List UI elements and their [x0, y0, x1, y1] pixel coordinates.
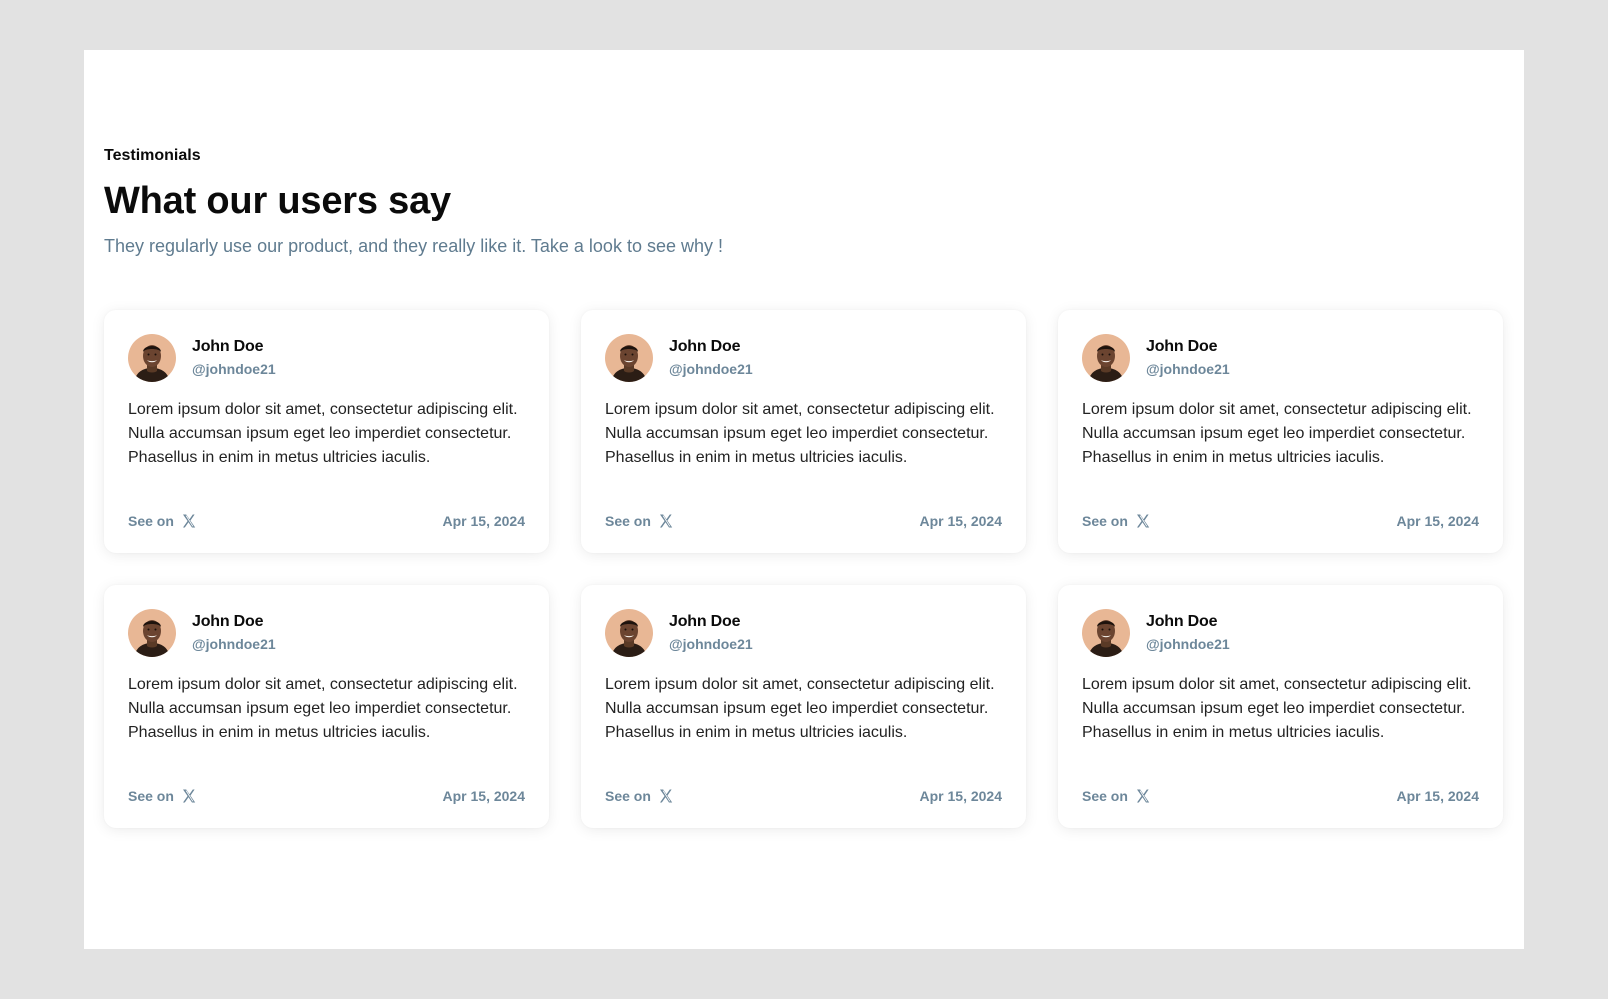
post-date: Apr 15, 2024 [1396, 788, 1480, 804]
avatar [605, 334, 653, 382]
testimonial-quote: Lorem ipsum dolor sit amet, consectetur … [605, 676, 995, 741]
x-logo-icon [1135, 788, 1151, 804]
testimonial-card: John Doe @johndoe21 Lorem ipsum dolor si… [104, 585, 549, 828]
see-on-label: See on [1082, 513, 1128, 529]
avatar [128, 609, 176, 657]
author-handle[interactable]: @johndoe21 [1146, 634, 1230, 654]
author-handle[interactable]: @johndoe21 [192, 359, 276, 379]
see-on-x-link[interactable]: See on [605, 788, 674, 804]
card-footer: See on Apr 15, 2024 [128, 786, 525, 806]
author-info: John Doe @johndoe21 [1146, 337, 1230, 379]
avatar-portrait-icon [1082, 609, 1130, 657]
testimonial-card: John Doe @johndoe21 Lorem ipsum dolor si… [104, 310, 549, 553]
testimonial-quote: Lorem ipsum dolor sit amet, consectetur … [1082, 676, 1472, 741]
see-on-label: See on [1082, 788, 1128, 804]
post-date: Apr 15, 2024 [1396, 513, 1480, 529]
see-on-x-link[interactable]: See on [1082, 513, 1151, 529]
author-info: John Doe @johndoe21 [669, 337, 753, 379]
avatar [1082, 334, 1130, 382]
author-name: John Doe [192, 338, 264, 355]
card-footer: See on Apr 15, 2024 [605, 786, 1002, 806]
card-header: John Doe @johndoe21 [605, 609, 1002, 657]
section-subtitle: They regularly use our product, and they… [104, 236, 723, 256]
see-on-label: See on [128, 513, 174, 529]
testimonial-quote: Lorem ipsum dolor sit amet, consectetur … [128, 401, 518, 466]
x-logo-icon [1135, 513, 1151, 529]
author-info: John Doe @johndoe21 [669, 612, 753, 654]
avatar [1082, 609, 1130, 657]
testimonial-quote: Lorem ipsum dolor sit amet, consectetur … [128, 676, 518, 741]
author-handle[interactable]: @johndoe21 [1146, 359, 1230, 379]
see-on-x-link[interactable]: See on [128, 788, 197, 804]
avatar [128, 334, 176, 382]
author-name: John Doe [669, 613, 741, 630]
see-on-x-link[interactable]: See on [128, 513, 197, 529]
post-date: Apr 15, 2024 [442, 513, 526, 529]
avatar-portrait-icon [128, 609, 176, 657]
author-name: John Doe [1146, 338, 1218, 355]
see-on-label: See on [605, 788, 651, 804]
testimonial-card: John Doe @johndoe21 Lorem ipsum dolor si… [1058, 310, 1503, 553]
see-on-label: See on [128, 788, 174, 804]
x-logo-icon [181, 788, 197, 804]
post-date: Apr 15, 2024 [919, 788, 1003, 804]
see-on-x-link[interactable]: See on [1082, 788, 1151, 804]
post-date: Apr 15, 2024 [442, 788, 526, 804]
card-header: John Doe @johndoe21 [128, 334, 525, 382]
section-title: What our users say [104, 180, 451, 222]
avatar-portrait-icon [128, 334, 176, 382]
see-on-label: See on [605, 513, 651, 529]
avatar-portrait-icon [605, 609, 653, 657]
testimonials-section: Testimonials What our users say They reg… [104, 146, 1504, 828]
author-name: John Doe [192, 613, 264, 630]
author-handle[interactable]: @johndoe21 [192, 634, 276, 654]
testimonial-card: John Doe @johndoe21 Lorem ipsum dolor si… [581, 310, 1026, 553]
testimonial-card: John Doe @johndoe21 Lorem ipsum dolor si… [581, 585, 1026, 828]
author-handle[interactable]: @johndoe21 [669, 634, 753, 654]
testimonials-grid: John Doe @johndoe21 Lorem ipsum dolor si… [104, 310, 1504, 828]
card-header: John Doe @johndoe21 [1082, 334, 1479, 382]
card-header: John Doe @johndoe21 [605, 334, 1002, 382]
card-header: John Doe @johndoe21 [1082, 609, 1479, 657]
avatar-portrait-icon [605, 334, 653, 382]
avatar [605, 609, 653, 657]
testimonial-quote: Lorem ipsum dolor sit amet, consectetur … [605, 401, 995, 466]
author-info: John Doe @johndoe21 [192, 612, 276, 654]
author-handle[interactable]: @johndoe21 [669, 359, 753, 379]
x-logo-icon [658, 788, 674, 804]
card-footer: See on Apr 15, 2024 [605, 511, 1002, 531]
post-date: Apr 15, 2024 [919, 513, 1003, 529]
avatar-portrait-icon [1082, 334, 1130, 382]
x-logo-icon [181, 513, 197, 529]
author-name: John Doe [669, 338, 741, 355]
card-header: John Doe @johndoe21 [128, 609, 525, 657]
testimonial-quote: Lorem ipsum dolor sit amet, consectetur … [1082, 401, 1472, 466]
author-name: John Doe [1146, 613, 1218, 630]
card-footer: See on Apr 15, 2024 [1082, 786, 1479, 806]
x-logo-icon [658, 513, 674, 529]
section-eyebrow: Testimonials [104, 147, 201, 164]
see-on-x-link[interactable]: See on [605, 513, 674, 529]
card-footer: See on Apr 15, 2024 [1082, 511, 1479, 531]
card-footer: See on Apr 15, 2024 [128, 511, 525, 531]
page-frame: Testimonials What our users say They reg… [84, 50, 1524, 949]
author-info: John Doe @johndoe21 [1146, 612, 1230, 654]
testimonial-card: John Doe @johndoe21 Lorem ipsum dolor si… [1058, 585, 1503, 828]
author-info: John Doe @johndoe21 [192, 337, 276, 379]
